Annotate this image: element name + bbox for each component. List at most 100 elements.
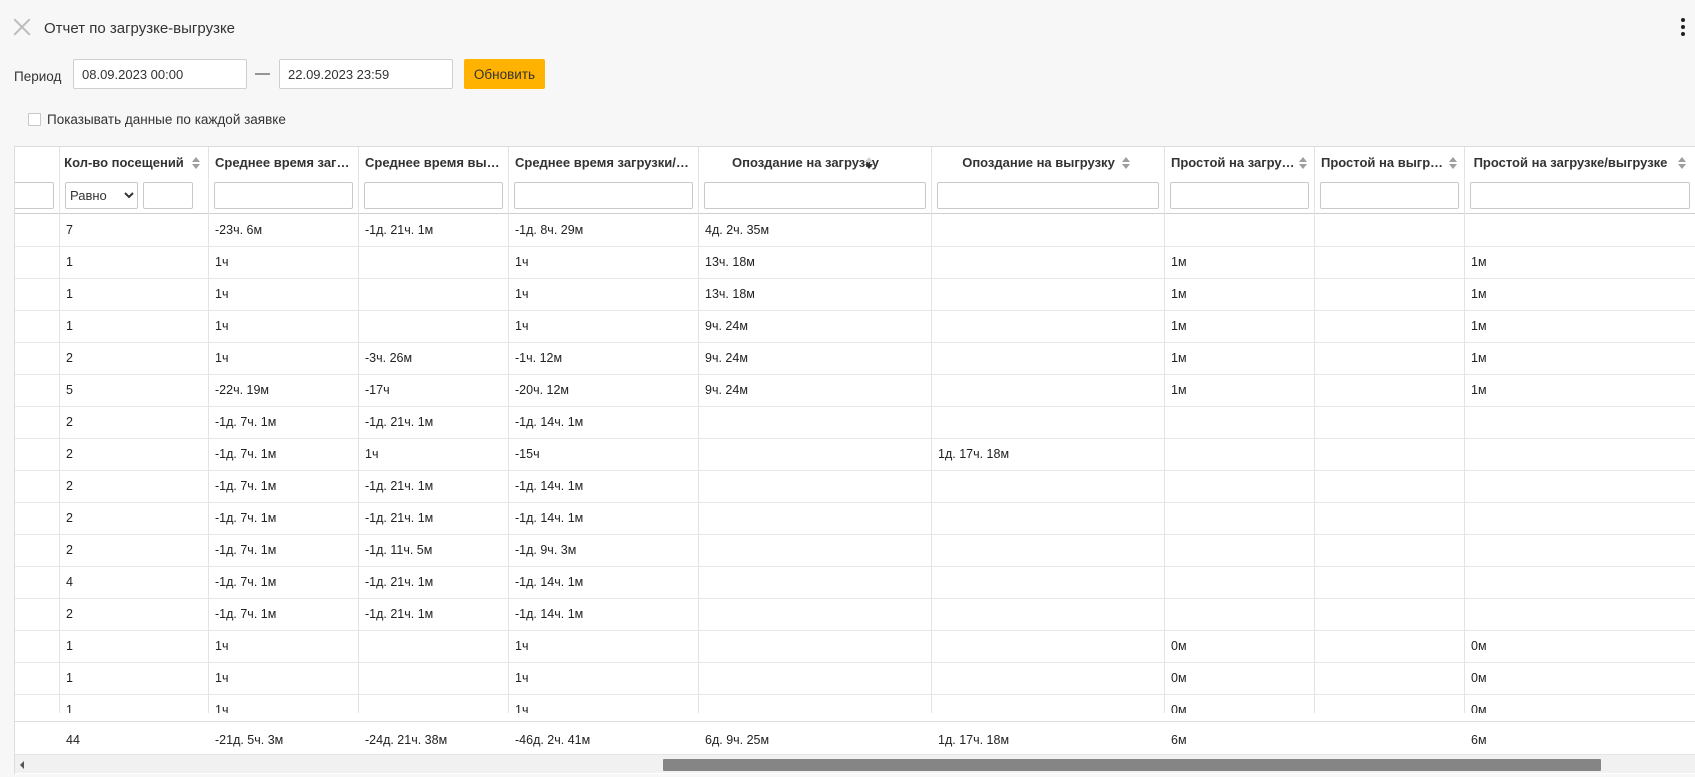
refresh-button[interactable]: Обновить [464, 59, 545, 89]
column-header[interactable] [15, 147, 59, 181]
row-divider [15, 470, 1695, 471]
table-cell: -1д. 7ч. 1м [215, 511, 277, 525]
table-cell: -1ч. 12м [515, 351, 563, 365]
row-divider [15, 662, 1695, 663]
table-cell: -23ч. 6м [215, 223, 263, 237]
table-cell: -1д. 11ч. 5м [365, 543, 433, 557]
filter-input[interactable] [514, 182, 693, 209]
table-cell: 2 [66, 607, 73, 621]
table-cell: -3ч. 26м [365, 351, 413, 365]
table-cell: -1д. 21ч. 1м [365, 607, 434, 621]
table-cell: 1м [1171, 351, 1187, 365]
table-cell: -1д. 14ч. 1м [515, 479, 584, 493]
filter-input[interactable] [704, 182, 926, 209]
sort-icon[interactable] [1299, 156, 1307, 170]
filter-input[interactable] [1470, 182, 1690, 209]
column-header[interactable]: Среднее время выгр... [359, 147, 508, 181]
date-from-input[interactable] [73, 59, 247, 89]
table-cell: 1д. 17ч. 18м [938, 447, 1010, 461]
filter-input[interactable] [214, 182, 353, 209]
total-cell: -21д. 5ч. 3м [215, 733, 284, 747]
total-cell: 1д. 17ч. 18м [938, 733, 1010, 747]
scroll-left-icon[interactable] [20, 761, 24, 769]
column-header[interactable]: Кол-во посещений [60, 147, 208, 181]
count-value-input[interactable] [143, 182, 193, 209]
sort-icon[interactable] [192, 156, 200, 170]
table-cell: -1д. 14ч. 1м [515, 511, 584, 525]
table-cell: -1д. 21ч. 1м [365, 415, 434, 429]
filter-input[interactable] [937, 182, 1159, 209]
table-cell: -1д. 14ч. 1м [515, 575, 584, 589]
filter-input[interactable] [15, 182, 54, 209]
table-cell: 7 [66, 223, 73, 237]
table-cell: 1ч [215, 287, 229, 301]
table-cell: 9ч. 24м [705, 383, 748, 397]
count-operator-select[interactable]: Равно [65, 182, 138, 209]
per-order-toggle[interactable]: Показывать данные по каждой заявке [0, 110, 400, 132]
page-title: Отчет по загрузке-выгрузке [44, 20, 236, 37]
table-cell: 2 [66, 447, 73, 461]
column-header[interactable]: Среднее время загр... [209, 147, 358, 181]
row-divider [15, 406, 1695, 407]
table-cell: -1д. 7ч. 1м [215, 575, 277, 589]
horizontal-scrollbar[interactable] [15, 754, 1695, 773]
table-cell: 9ч. 24м [705, 351, 748, 365]
table-cell: -1д. 7ч. 1м [215, 479, 277, 493]
column-c0 [15, 147, 60, 713]
filter-input[interactable] [364, 182, 503, 209]
per-order-checkbox[interactable] [28, 113, 41, 126]
table-cell: 5 [66, 383, 73, 397]
table-cell: 1ч [215, 255, 229, 269]
sort-icon[interactable] [1449, 156, 1457, 170]
column-header[interactable]: Среднее время загрузки/в... [509, 147, 698, 181]
date-separator: — [255, 65, 270, 82]
close-icon[interactable] [13, 18, 31, 36]
filter-input[interactable] [1320, 182, 1459, 209]
table-cell: -1д. 21ч. 1м [365, 223, 434, 237]
column-header-label: Простой на загрузке/выгрузке [1473, 155, 1668, 170]
table-cell: 1м [1471, 287, 1487, 301]
column-header-label: Опоздание на выгрузку [962, 155, 1115, 170]
table-cell: 1м [1471, 255, 1487, 269]
column-header[interactable]: Опоздание на загрузку [699, 147, 931, 181]
table-cell: 1 [66, 255, 73, 269]
total-cell: 6д. 9ч. 25м [705, 733, 770, 747]
table-cell: 2 [66, 351, 73, 365]
row-divider [15, 278, 1695, 279]
row-divider [15, 438, 1695, 439]
table-cell: 1ч [215, 671, 229, 685]
more-options-icon[interactable] [1680, 18, 1686, 40]
table-cell: -1д. 21ч. 1м [365, 511, 434, 525]
date-to-input[interactable] [279, 59, 453, 89]
column-header[interactable]: Простой на загрузке/выгрузке [1465, 147, 1695, 181]
column-header[interactable]: Простой на выгрузке [1315, 147, 1464, 181]
table-cell: 0м [1471, 671, 1487, 685]
table-cell: -22ч. 19м [215, 383, 270, 397]
sort-icon[interactable] [1678, 156, 1686, 170]
row-divider [15, 374, 1695, 375]
column-header[interactable]: Простой на загрузке [1165, 147, 1314, 181]
row-divider [15, 342, 1695, 343]
scrollbar-thumb[interactable] [663, 759, 1601, 771]
table-cell: -17ч [365, 383, 390, 397]
filter-input[interactable] [1170, 182, 1309, 209]
table-cell: -1д. 21ч. 1м [365, 479, 434, 493]
table-cell: -15ч [515, 447, 540, 461]
total-cell: -46д. 2ч. 41м [515, 733, 591, 747]
per-order-label: Показывать данные по каждой заявке [47, 112, 286, 127]
table-cell: -1д. 7ч. 1м [215, 543, 277, 557]
table-cell: 1ч [515, 319, 529, 333]
table-cell: 1 [66, 671, 73, 685]
sort-icon[interactable] [1122, 156, 1130, 170]
table-cell: 2 [66, 479, 73, 493]
table-cell: 2 [66, 543, 73, 557]
table-cell: 4д. 2ч. 35м [705, 223, 770, 237]
title-bar: Отчет по загрузке-выгрузке [0, 0, 1695, 52]
sort-icon[interactable] [865, 156, 873, 170]
column-header-label: Опоздание на загрузку [731, 155, 880, 170]
table-cell: 1м [1171, 383, 1187, 397]
column-header[interactable]: Опоздание на выгрузку [932, 147, 1164, 181]
row-divider [15, 566, 1695, 567]
table-cell: -1д. 9ч. 3м [515, 543, 577, 557]
column-c8: Простой на выгрузке [1315, 147, 1465, 713]
